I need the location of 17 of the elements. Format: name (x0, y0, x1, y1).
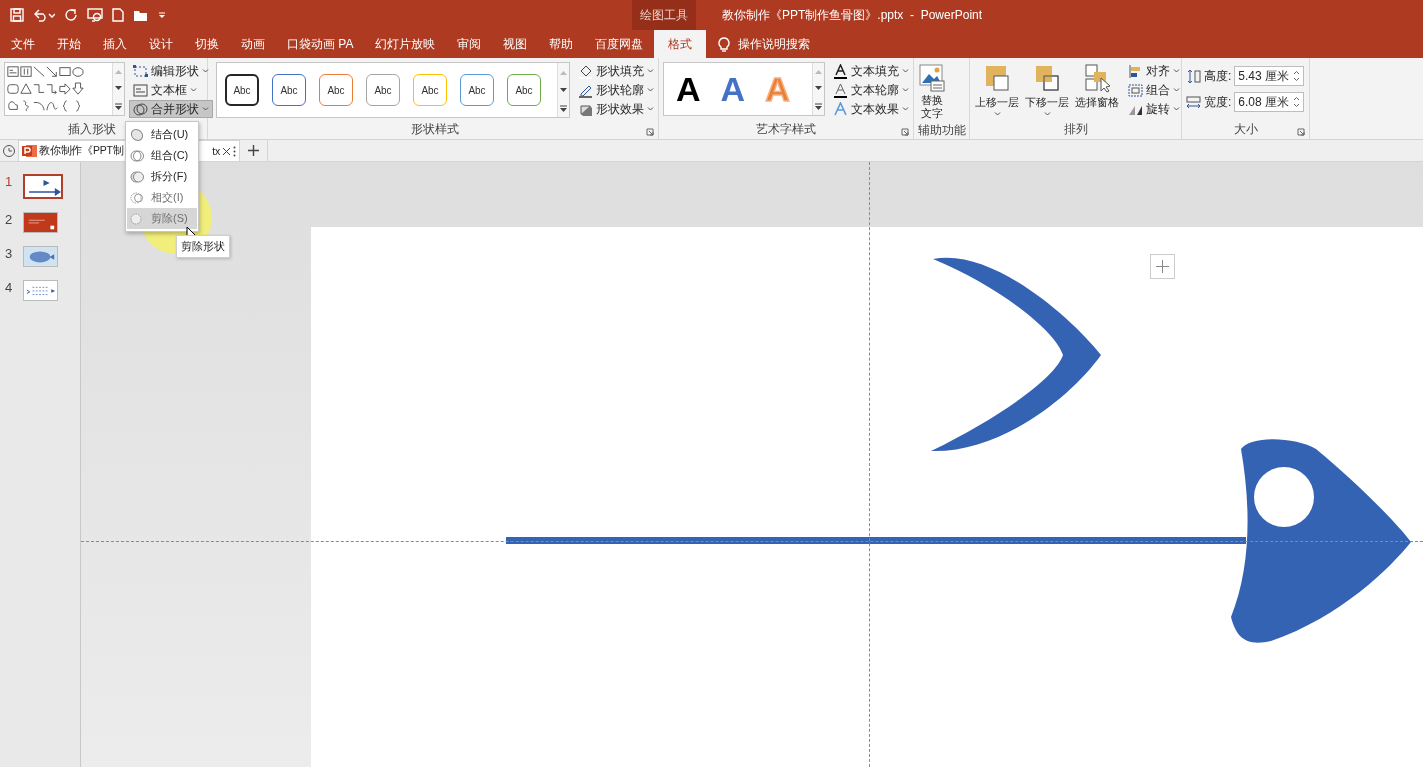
group-label: 大小 (1233, 122, 1258, 136)
document-tab-title: 教你制作《PPT制 (39, 144, 124, 158)
group-label: 排列 (1063, 122, 1088, 136)
context-tab-label: 绘图工具 (632, 0, 696, 30)
field-label: 高度: (1204, 67, 1232, 85)
slide-number: 4 (5, 280, 14, 295)
tooltip: 剪除形状 (176, 235, 230, 258)
group-label: 艺术字样式 (756, 122, 816, 136)
group-label: 插入形状 (67, 122, 116, 136)
group-label: 形状样式 (411, 122, 459, 136)
slide-number: 1 (5, 174, 14, 189)
window-title: 教你制作《PPT制作鱼骨图》.pptx - PowerPoint (722, 6, 983, 24)
slide-number: 2 (5, 212, 14, 227)
group-label: 辅助功能 (918, 123, 966, 137)
slide-number: 3 (5, 246, 14, 261)
field-label: 宽度: (1204, 93, 1232, 111)
document-tab-title: tx (212, 145, 220, 157)
